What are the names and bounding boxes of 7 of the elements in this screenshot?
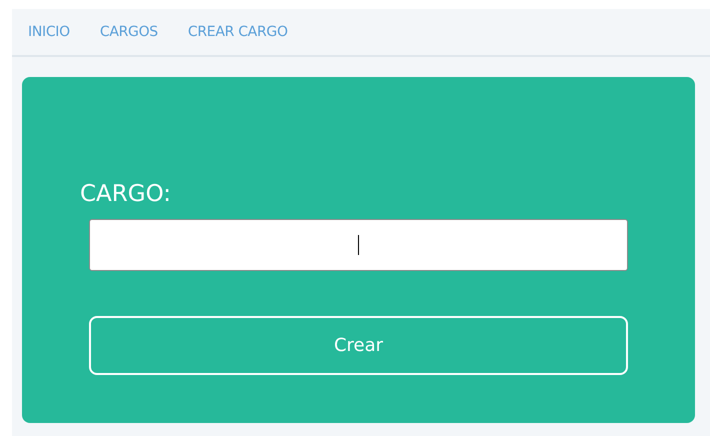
text-cursor-icon [358,235,359,255]
create-button[interactable]: Crear [89,316,628,375]
nav-link[interactable]: CARGOS [100,22,158,42]
field-label: CARGO: [80,181,172,207]
nav-link[interactable]: CREAR CARGO [188,22,288,42]
input-field[interactable] [89,219,628,271]
nav-link[interactable]: INICIO [28,22,70,42]
